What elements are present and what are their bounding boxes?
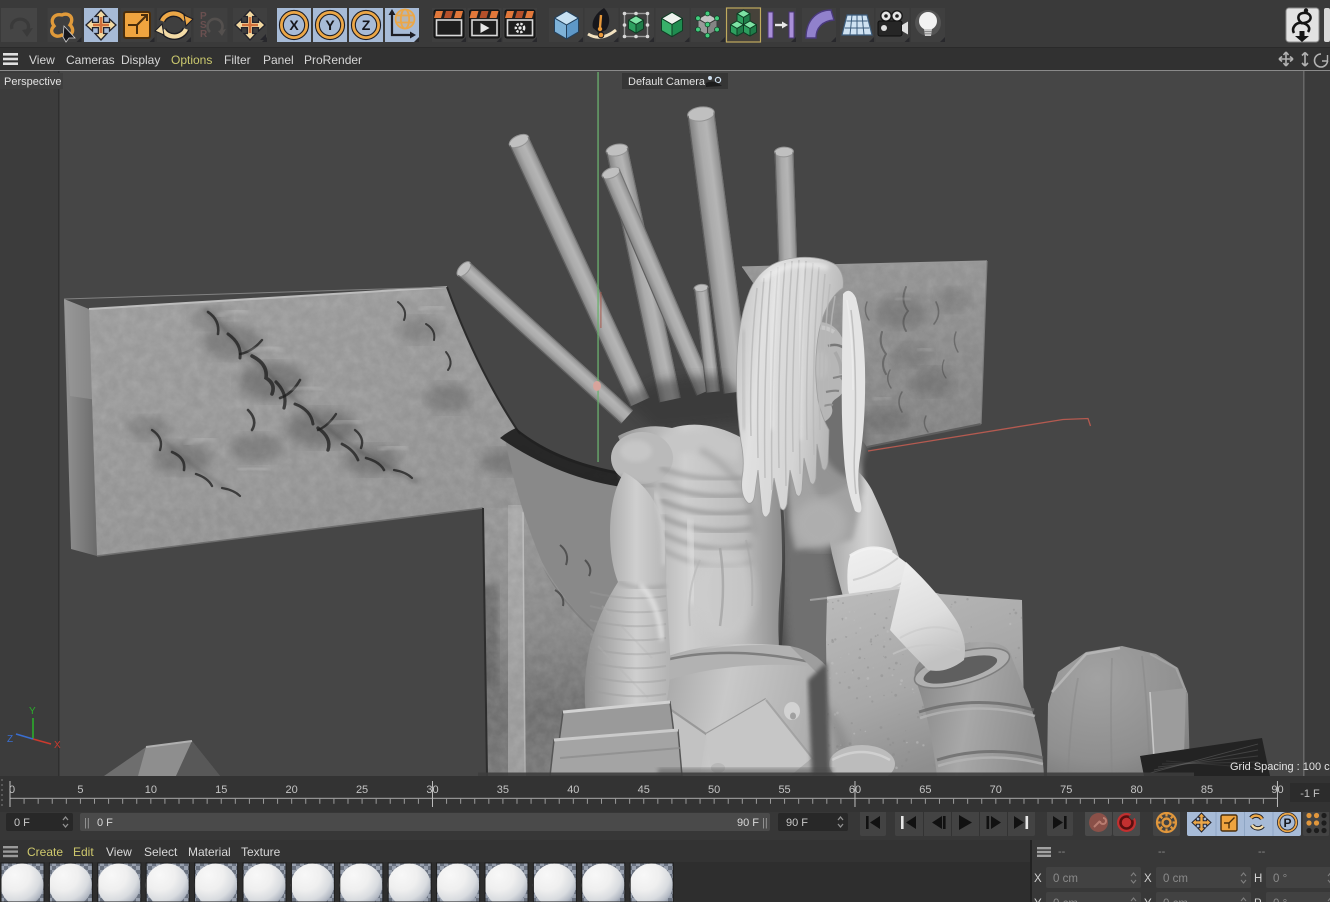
svg-text:20: 20 <box>286 784 298 796</box>
svg-text:0 cm: 0 cm <box>1053 898 1078 902</box>
svg-text:Y: Y <box>1144 898 1152 902</box>
svg-text:X: X <box>1034 873 1042 885</box>
svg-text:0: 0 <box>9 784 15 796</box>
svg-text:75: 75 <box>1060 784 1072 796</box>
svg-text:||: || <box>762 817 768 829</box>
svg-text:40: 40 <box>567 784 579 796</box>
svg-text:||: || <box>84 817 90 829</box>
svg-text:90 F: 90 F <box>786 817 808 829</box>
svg-text:0 °: 0 ° <box>1273 873 1287 885</box>
svg-text:35: 35 <box>497 784 509 796</box>
svg-text:25: 25 <box>356 784 368 796</box>
svg-text:70: 70 <box>990 784 1002 796</box>
svg-text:0 cm: 0 cm <box>1163 898 1188 902</box>
svg-text:55: 55 <box>778 784 790 796</box>
svg-text:0 cm: 0 cm <box>1053 873 1078 885</box>
svg-text:Y: Y <box>29 706 36 717</box>
svg-text:Perspective: Perspective <box>4 76 61 88</box>
svg-text:-1 F: -1 F <box>1300 788 1320 800</box>
svg-text:65: 65 <box>919 784 931 796</box>
svg-text:R: R <box>200 29 208 40</box>
svg-text:5: 5 <box>77 784 83 796</box>
svg-text:Y: Y <box>325 17 335 33</box>
svg-text:90: 90 <box>1271 784 1283 796</box>
svg-text:P: P <box>1283 816 1291 830</box>
svg-text:0 F: 0 F <box>14 817 30 829</box>
svg-text:--: -- <box>1058 846 1066 858</box>
svg-text:85: 85 <box>1201 784 1213 796</box>
svg-text:90 F: 90 F <box>737 817 759 829</box>
svg-text:10: 10 <box>145 784 157 796</box>
svg-text:P: P <box>1254 898 1262 902</box>
svg-text:30: 30 <box>426 784 438 796</box>
svg-text:Z: Z <box>7 734 13 745</box>
svg-text:0 °: 0 ° <box>1273 898 1287 902</box>
svg-text:0 cm: 0 cm <box>1163 873 1188 885</box>
svg-text:X: X <box>1144 873 1152 885</box>
svg-text:50: 50 <box>708 784 720 796</box>
svg-text:X: X <box>54 740 61 751</box>
svg-text:15: 15 <box>215 784 227 796</box>
svg-text:--: -- <box>1258 846 1266 858</box>
svg-text:Default Camera: Default Camera <box>628 76 706 88</box>
svg-text:60: 60 <box>849 784 861 796</box>
svg-text:Z: Z <box>362 17 371 33</box>
svg-text:0 F: 0 F <box>97 817 113 829</box>
svg-text:--: -- <box>1158 846 1166 858</box>
svg-text:Y: Y <box>1034 898 1042 902</box>
svg-text:Grid Spacing : 100 cm: Grid Spacing : 100 cm <box>1230 761 1330 773</box>
svg-text:80: 80 <box>1131 784 1143 796</box>
svg-text:X: X <box>289 17 299 33</box>
svg-text:45: 45 <box>638 784 650 796</box>
svg-text:H: H <box>1254 873 1262 885</box>
